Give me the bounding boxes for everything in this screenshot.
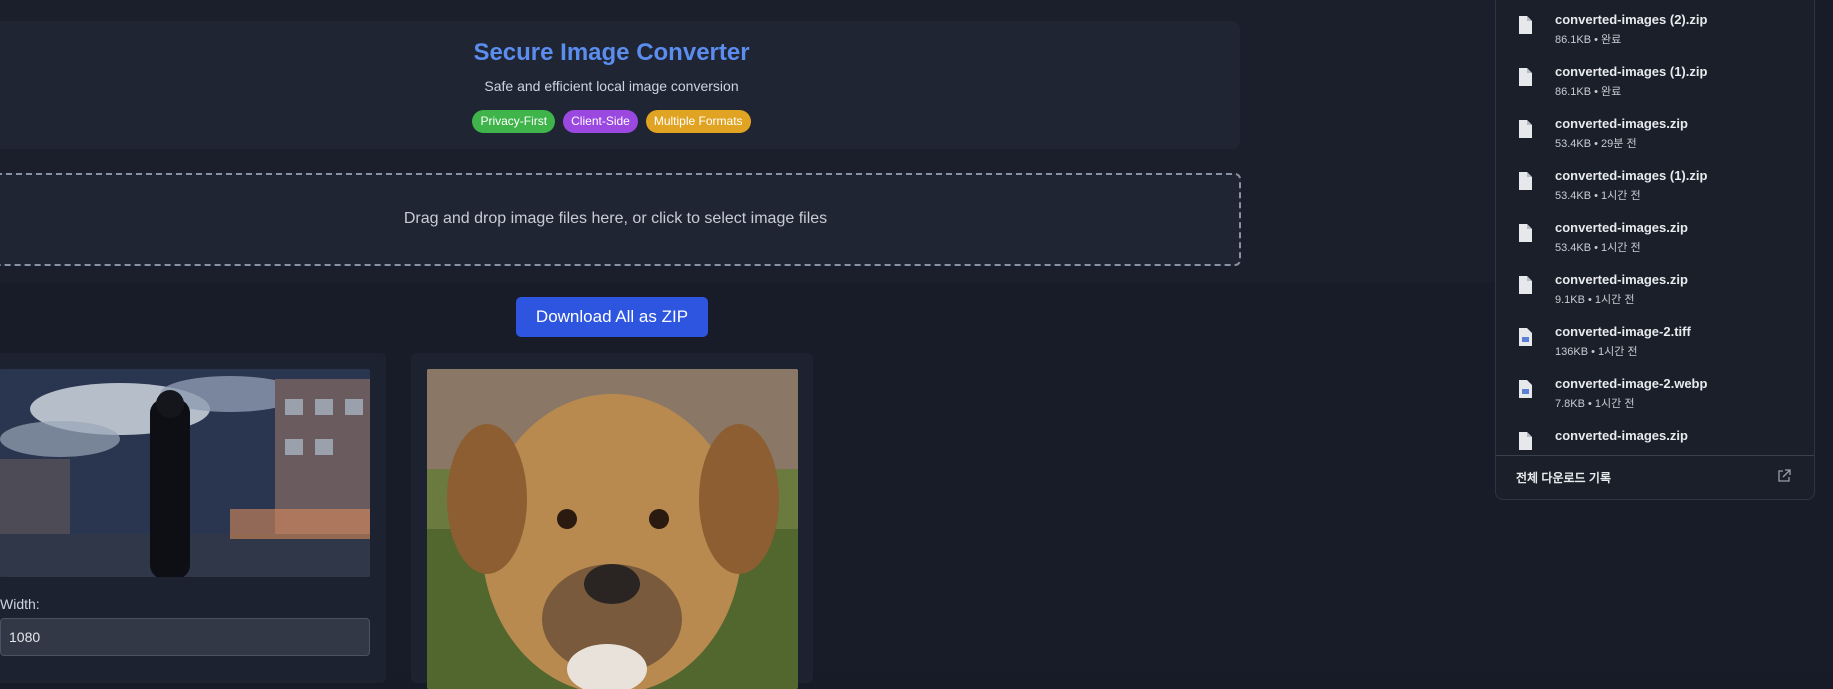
download-item-name: converted-images.zip bbox=[1555, 272, 1688, 287]
download-item[interactable]: converted-image-2.webp 7.8KB • 1시간 전 bbox=[1496, 369, 1814, 421]
download-item-name: converted-image-2.webp bbox=[1555, 376, 1708, 391]
download-item-name: converted-images (2).zip bbox=[1555, 12, 1708, 27]
downloads-list[interactable]: converted-images (2).zip 86.1KB • 완료 con… bbox=[1496, 0, 1814, 455]
file-icon bbox=[1519, 16, 1532, 34]
download-item[interactable]: converted-images.zip 9.1KB • 1시간 전 bbox=[1496, 265, 1814, 317]
file-dropzone[interactable]: Drag and drop image files here, or click… bbox=[0, 173, 1241, 266]
file-icon bbox=[1519, 172, 1532, 190]
download-item-name: converted-image-2.tiff bbox=[1555, 324, 1691, 339]
download-item-meta: 53.4KB • 29분 전 bbox=[1555, 138, 1637, 150]
anime-night-street-image bbox=[0, 369, 370, 577]
download-item[interactable]: converted-images.zip bbox=[1496, 421, 1814, 455]
download-item-name: converted-images (1).zip bbox=[1555, 64, 1708, 79]
multiple-formats-badge: Multiple Formats bbox=[645, 110, 751, 133]
badge-row: Privacy-First Client-Side Multiple Forma… bbox=[0, 110, 1233, 133]
file-icon bbox=[1519, 224, 1532, 242]
download-item-name: converted-images.zip bbox=[1555, 220, 1688, 235]
download-item-name: converted-images.zip bbox=[1555, 116, 1688, 131]
download-item-meta: 9.1KB • 1시간 전 bbox=[1555, 294, 1635, 306]
download-item-name: converted-images.zip bbox=[1555, 428, 1688, 443]
download-item-meta: 53.4KB • 1시간 전 bbox=[1555, 242, 1641, 254]
download-item[interactable]: converted-images (1).zip 86.1KB • 완료 bbox=[1496, 57, 1814, 109]
image-card: Width: 1080 bbox=[0, 353, 386, 683]
download-item[interactable]: converted-image-2.tiff 136KB • 1시간 전 bbox=[1496, 317, 1814, 369]
image-file-icon bbox=[1519, 328, 1532, 346]
client-side-badge: Client-Side bbox=[563, 110, 638, 133]
download-item[interactable]: converted-images.zip 53.4KB • 1시간 전 bbox=[1496, 213, 1814, 265]
file-icon bbox=[1519, 276, 1532, 294]
dog-portrait-image bbox=[427, 369, 798, 689]
download-item-meta: 86.1KB • 완료 bbox=[1555, 34, 1622, 46]
file-icon bbox=[1519, 120, 1532, 138]
width-input[interactable]: 1080 bbox=[0, 618, 370, 656]
privacy-first-badge: Privacy-First bbox=[472, 110, 556, 133]
download-item-name: converted-images (1).zip bbox=[1555, 168, 1708, 183]
download-item[interactable]: converted-images (1).zip 53.4KB • 1시간 전 bbox=[1496, 161, 1814, 213]
header-card: Secure Image Converter Safe and efficien… bbox=[0, 21, 1240, 149]
download-history-link[interactable]: 전체 다운로드 기록 bbox=[1496, 455, 1814, 499]
page-title: Secure Image Converter bbox=[473, 39, 750, 66]
dropzone-text: Drag and drop image files here, or click… bbox=[403, 210, 828, 227]
download-item-meta: 136KB • 1시간 전 bbox=[1555, 346, 1638, 358]
download-all-zip-button[interactable]: Download All as ZIP bbox=[516, 297, 708, 337]
download-item-meta: 86.1KB • 완료 bbox=[1555, 86, 1622, 98]
download-item-meta: 53.4KB • 1시간 전 bbox=[1555, 190, 1641, 202]
download-item-meta: 7.8KB • 1시간 전 bbox=[1555, 398, 1635, 410]
width-label: Width: bbox=[0, 596, 40, 612]
downloads-panel: converted-images (2).zip 86.1KB • 완료 con… bbox=[1495, 0, 1815, 500]
image-file-icon bbox=[1519, 380, 1532, 398]
file-icon bbox=[1519, 432, 1532, 450]
download-item[interactable]: converted-images.zip 53.4KB • 29분 전 bbox=[1496, 109, 1814, 161]
download-history-label: 전체 다운로드 기록 bbox=[1516, 471, 1611, 485]
open-external-icon[interactable] bbox=[1776, 468, 1792, 484]
download-item[interactable]: converted-images (2).zip 86.1KB • 완료 bbox=[1496, 5, 1814, 57]
image-card bbox=[411, 353, 813, 689]
file-icon bbox=[1519, 68, 1532, 86]
page-subtitle: Safe and efficient local image conversio… bbox=[484, 78, 739, 94]
